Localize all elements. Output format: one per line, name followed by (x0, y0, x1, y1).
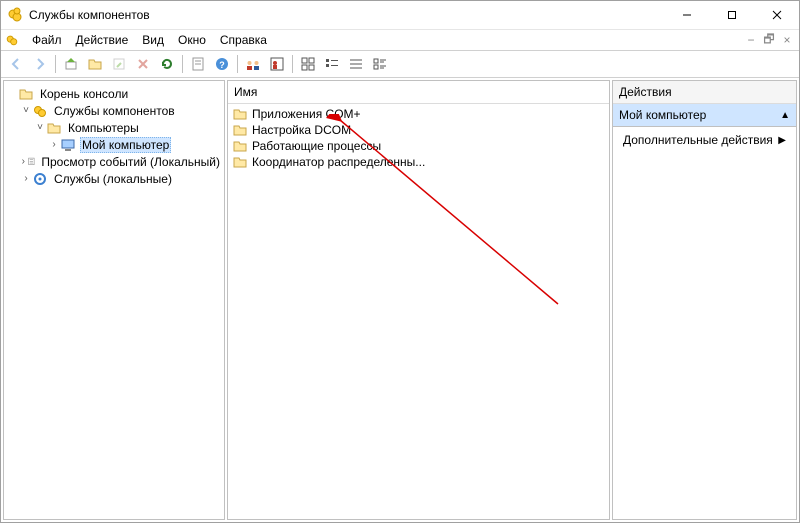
tiles-view-icon[interactable] (369, 53, 391, 75)
tree-pane: Корень консоли ˅ Службы компонентов ˅ Компью… (3, 80, 225, 520)
details-view-icon[interactable] (345, 53, 367, 75)
services-icon (32, 171, 48, 187)
window-title: Службы компонентов (29, 8, 664, 22)
list-item-label: Работающие процессы (252, 139, 381, 153)
up-icon[interactable] (60, 53, 82, 75)
tree-row[interactable]: ˅ Службы компонентов (6, 102, 222, 119)
actions-header: Действия (613, 81, 796, 104)
tree-row[interactable]: › Просмотр событий (Локальный) (6, 153, 222, 170)
tree-row[interactable]: ˅ Компьютеры (6, 119, 222, 136)
component-icon (32, 103, 48, 119)
mdi-minimize[interactable]: − (743, 32, 759, 48)
list-body: Приложения COM+ Настройка DCOM Работающие … (228, 104, 609, 519)
actions-subheader-label: Мой компьютер (619, 108, 706, 122)
mdi-controls: − 🗗 × (743, 30, 795, 50)
action-more[interactable]: Дополнительные действия ▶ (613, 127, 796, 153)
actions-subheader[interactable]: Мой компьютер ▲ (613, 104, 796, 127)
folder-icon (18, 86, 34, 102)
list-pane: Имя Приложения COM+ Настройка DCOM Работаю… (227, 80, 610, 520)
menu-action[interactable]: Действие (69, 32, 136, 48)
chevron-right-icon: ▶ (778, 135, 786, 146)
list-item-label: Координатор распределенны... (252, 155, 425, 169)
action-more-label: Дополнительные действия (623, 133, 773, 147)
list-item[interactable]: Приложения COM+ (232, 106, 605, 122)
app-icon-small (5, 33, 19, 47)
tree-row-label: Мой компьютер (80, 137, 171, 153)
app-icon (7, 7, 23, 23)
body: Корень консоли ˅ Службы компонентов ˅ Компью… (1, 78, 799, 522)
twisty-icon[interactable]: ˅ (34, 122, 46, 133)
menu-window[interactable]: Окно (171, 32, 213, 48)
minimize-button[interactable] (664, 1, 709, 29)
export-icon[interactable] (108, 53, 130, 75)
people-icon[interactable] (242, 53, 264, 75)
svg-text:?: ? (219, 60, 225, 70)
maximize-button[interactable] (709, 1, 754, 29)
mdi-close[interactable]: × (779, 32, 795, 48)
list-item[interactable]: Работающие процессы (232, 138, 605, 154)
tree-row[interactable]: Корень консоли (6, 85, 222, 102)
toolbar-separator (237, 55, 238, 73)
tree-row-label: Компьютеры (66, 121, 141, 135)
window: Службы компонентов Файл Действие Вид Окн… (0, 0, 800, 523)
forward-icon[interactable] (29, 53, 51, 75)
tree-row-label: Службы (локальные) (52, 172, 174, 186)
folder-open-icon[interactable] (84, 53, 106, 75)
list-item[interactable]: Координатор распределенны... (232, 154, 605, 170)
properties-icon[interactable] (187, 53, 209, 75)
delete-icon[interactable] (132, 53, 154, 75)
tree-row[interactable]: › Мой компьютер (6, 136, 222, 153)
folder-icon (232, 154, 248, 170)
icons-view-icon[interactable] (297, 53, 319, 75)
toolbar-separator (292, 55, 293, 73)
titlebar: Службы компонентов (1, 1, 799, 30)
list-view-icon[interactable] (321, 53, 343, 75)
menu-view[interactable]: Вид (135, 32, 171, 48)
list-item[interactable]: Настройка DCOM (232, 122, 605, 138)
help-icon[interactable]: ? (211, 53, 233, 75)
twisty-icon[interactable]: › (20, 156, 27, 167)
menu-file[interactable]: Файл (25, 32, 69, 48)
menu-help[interactable]: Справка (213, 32, 274, 48)
event-viewer-icon (27, 154, 36, 170)
computer-icon (60, 137, 76, 153)
mdi-restore[interactable]: 🗗 (761, 32, 777, 48)
tree-row-label: Службы компонентов (52, 104, 177, 118)
folder-icon (232, 138, 248, 154)
menubar: Файл Действие Вид Окно Справка − 🗗 × (1, 30, 799, 50)
user-view-icon[interactable] (266, 53, 288, 75)
list-item-label: Настройка DCOM (252, 123, 351, 137)
tree-row-label: Корень консоли (38, 87, 130, 101)
tree-row-label: Просмотр событий (Локальный) (39, 155, 222, 169)
refresh-icon[interactable] (156, 53, 178, 75)
list-header[interactable]: Имя (228, 81, 609, 104)
toolbar: ? (1, 50, 799, 78)
folder-icon (232, 106, 248, 122)
twisty-icon[interactable]: › (48, 139, 60, 150)
twisty-icon[interactable]: ˅ (20, 105, 32, 116)
folder-icon (232, 122, 248, 138)
window-controls (664, 1, 799, 29)
back-icon[interactable] (5, 53, 27, 75)
folder-icon (46, 120, 62, 136)
tree-row[interactable]: › Службы (локальные) (6, 170, 222, 187)
toolbar-separator (182, 55, 183, 73)
list-item-label: Приложения COM+ (252, 107, 361, 121)
tree: Корень консоли ˅ Службы компонентов ˅ Компью… (4, 81, 224, 191)
toolbar-separator (55, 55, 56, 73)
collapse-icon: ▲ (780, 110, 790, 121)
twisty-icon[interactable]: › (20, 173, 32, 184)
close-button[interactable] (754, 1, 799, 29)
actions-pane: Действия Мой компьютер ▲ Дополнительные … (612, 80, 797, 520)
